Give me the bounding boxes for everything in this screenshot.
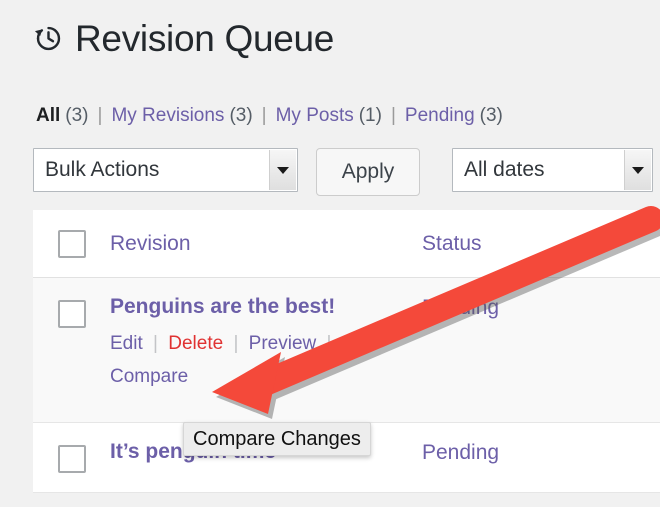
row-select-cell	[33, 278, 110, 328]
filter-item-all[interactable]: All (3)	[36, 105, 89, 127]
row-action-separator: |	[326, 333, 332, 354]
row-spacer	[110, 394, 422, 422]
table-row: Penguins are the best! Edit | Delete | P…	[33, 278, 660, 423]
filter-count-all: (3)	[65, 105, 89, 126]
row-action-delete[interactable]: Delete	[168, 333, 223, 354]
bulk-actions-value: Bulk Actions	[45, 158, 160, 181]
history-clock-icon	[33, 23, 64, 54]
row-checkbox[interactable]	[57, 300, 86, 328]
status-badge: Pending	[422, 296, 500, 319]
filter-count-pending: (3)	[479, 105, 503, 126]
filter-item-my-revisions[interactable]: My Revisions (3)	[111, 105, 252, 127]
filter-separator: |	[390, 105, 396, 126]
row-title-link[interactable]: Penguins are the best!	[110, 278, 422, 319]
filter-link-all[interactable]: All	[36, 105, 60, 127]
status-badge: Pending	[422, 440, 500, 464]
filter-separator: |	[97, 105, 103, 126]
row-select-cell	[33, 423, 110, 473]
column-header-revision[interactable]: Revision	[110, 232, 422, 256]
table-header-row: Revision Status	[33, 210, 660, 278]
row-status-cell: Pending	[422, 278, 660, 320]
chevron-down-icon[interactable]	[624, 150, 651, 190]
select-all-cell	[33, 229, 110, 258]
table-navigation: Bulk Actions Apply All dates	[33, 148, 653, 196]
filter-link-my-revisions[interactable]: My Revisions	[111, 105, 224, 127]
row-actions: Edit | Delete | Preview | Compare	[110, 319, 380, 394]
date-filter-value: All dates	[464, 158, 545, 181]
column-header-status[interactable]: Status	[422, 232, 660, 256]
row-spacer	[110, 464, 422, 492]
filter-item-my-posts[interactable]: My Posts (1)	[276, 105, 382, 127]
row-action-preview[interactable]: Preview	[249, 333, 317, 354]
filter-count-my-revisions: (3)	[229, 105, 253, 126]
chevron-down-icon[interactable]	[269, 150, 296, 190]
filter-item-pending[interactable]: Pending (3)	[405, 105, 503, 127]
select-all-checkbox[interactable]	[57, 229, 86, 258]
row-status-cell: Pending	[422, 423, 660, 465]
row-action-separator: |	[153, 333, 158, 354]
filter-link-pending[interactable]: Pending	[405, 105, 475, 127]
tooltip-text: Compare Changes	[193, 427, 361, 450]
filter-link-my-posts[interactable]: My Posts	[276, 105, 354, 127]
row-revision-cell: Penguins are the best! Edit | Delete | P…	[110, 278, 422, 422]
row-action-compare[interactable]: Compare	[110, 366, 188, 387]
filter-count-my-posts: (1)	[358, 105, 382, 126]
column-header-status-label[interactable]: Status	[422, 232, 660, 256]
bulk-actions-select[interactable]: Bulk Actions	[33, 148, 298, 192]
page-title-text: Revision Queue	[75, 18, 335, 59]
row-action-edit[interactable]: Edit	[110, 333, 143, 354]
row-checkbox[interactable]	[57, 444, 86, 473]
tooltip: Compare Changes	[183, 422, 371, 456]
page-title: Revision Queue	[33, 20, 334, 57]
filter-separator: |	[261, 105, 267, 126]
filter-links: All (3) | My Revisions (3) | My Posts (1…	[36, 105, 503, 127]
row-action-separator: |	[233, 333, 239, 354]
date-filter-select[interactable]: All dates	[452, 148, 653, 192]
apply-button[interactable]: Apply	[316, 148, 420, 196]
column-header-revision-label[interactable]: Revision	[110, 232, 191, 255]
